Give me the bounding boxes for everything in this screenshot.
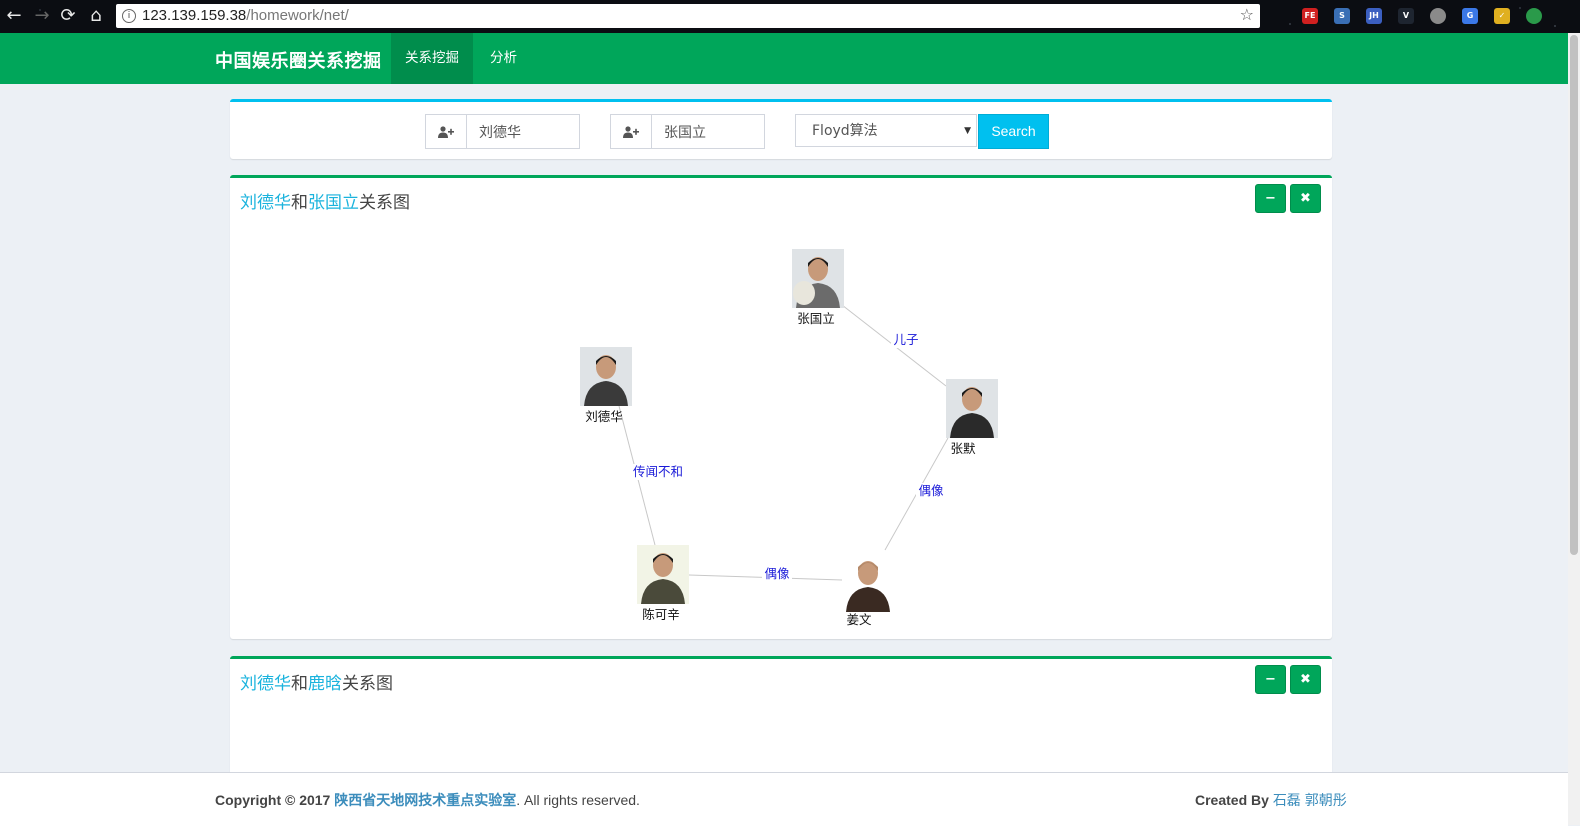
person-node-zm[interactable]: 张默	[946, 379, 998, 456]
minimize-button[interactable]: −	[1255, 665, 1286, 694]
panel-title-conj: 和	[291, 674, 308, 694]
brand-title[interactable]: 中国娱乐圈关系挖掘	[215, 47, 382, 73]
url-text[interactable]: 123.139.159.38/homework/net/	[142, 7, 349, 24]
person2-input[interactable]	[652, 115, 764, 148]
minimize-button[interactable]: −	[1255, 184, 1286, 213]
person-node-label: 张国立	[797, 311, 835, 326]
person1-input-group	[425, 114, 580, 149]
relation-graph-panel: 儿子 偶像 偶像 传闻不和 张国立 张默 姜文 陈可辛 刘德华 刘德华和张国立关系图 − ✖	[230, 175, 1332, 639]
person-node-label: 刘德华	[585, 409, 623, 424]
algorithm-selected: Floyd算法	[812, 123, 878, 139]
search-button[interactable]: Search	[978, 114, 1049, 149]
edge-label-ldh-ckx: 传闻不和	[633, 464, 683, 479]
search-panel: Floyd算法 ▼ Search	[230, 99, 1332, 159]
address-bar[interactable]: i 123.139.159.38/homework/net/ ☆	[116, 4, 1260, 28]
scrollbar-thumb[interactable]	[1570, 35, 1578, 555]
browser-toolbar: ← → ⟳ ⌂ i 123.139.159.38/homework/net/ ☆…	[0, 0, 1580, 33]
person-node-ckx[interactable]: 陈可辛	[637, 545, 689, 622]
page-scrollbar[interactable]	[1568, 33, 1580, 825]
fe-extension-icon[interactable]: FE	[1302, 8, 1318, 24]
close-button[interactable]: ✖	[1290, 184, 1321, 213]
panel-title-person-a: 刘德华	[240, 193, 291, 213]
person-node-label: 姜文	[846, 612, 872, 627]
extension-icon-2[interactable]: S	[1334, 8, 1350, 24]
back-icon[interactable]: ←	[2, 4, 26, 28]
translate-extension-icon[interactable]: G	[1462, 8, 1478, 24]
chrome-extension-icon[interactable]	[1526, 8, 1542, 24]
panel-title-person-b: 鹿晗	[308, 674, 342, 694]
edge-label-zgl-zm: 儿子	[893, 332, 918, 347]
panel-title-person-a: 刘德华	[240, 674, 291, 694]
add-user-icon	[426, 115, 467, 148]
edge-label-ckx-jw: 偶像	[764, 566, 790, 581]
panel-title-suffix: 关系图	[359, 193, 410, 213]
select-caret-icon: ▼	[964, 126, 971, 136]
vue-extension-icon[interactable]: V	[1398, 8, 1414, 24]
jh-extension-icon[interactable]: JH	[1366, 8, 1382, 24]
panel-title-conj: 和	[291, 193, 308, 213]
lab-link[interactable]: 陕西省天地网技术重点实验室	[334, 792, 516, 808]
panel-title-person-b: 张国立	[308, 193, 359, 213]
nav-item-relation-mining[interactable]: 关系挖掘	[391, 33, 473, 84]
algorithm-select[interactable]: Floyd算法 ▼	[795, 114, 977, 147]
copyright-text: Copyright © 2017	[215, 792, 331, 808]
close-button[interactable]: ✖	[1290, 665, 1321, 694]
url-host: 123.139.159.38	[142, 7, 247, 24]
home-icon[interactable]: ⌂	[84, 4, 108, 28]
bookmark-star-icon[interactable]: ☆	[1240, 5, 1254, 24]
person-node-label: 张默	[950, 441, 976, 456]
panel-title: 刘德华和鹿晗关系图	[240, 669, 393, 694]
created-by-label: Created By	[1195, 792, 1269, 808]
person1-input[interactable]	[467, 115, 579, 148]
page-footer: Copyright © 2017 陕西省天地网技术重点实验室. All righ…	[0, 772, 1568, 826]
nav-item-analysis[interactable]: 分析	[476, 33, 531, 84]
add-user-icon	[611, 115, 652, 148]
person-node-jw[interactable]: 姜文	[842, 553, 894, 627]
site-info-icon[interactable]: i	[122, 9, 136, 23]
extension-icon-7[interactable]: ✓	[1494, 8, 1510, 24]
forward-icon[interactable]: →	[30, 4, 54, 28]
footer-copyright: Copyright © 2017 陕西省天地网技术重点实验室. All righ…	[215, 790, 640, 810]
url-path: /homework/net/	[246, 7, 349, 24]
footer-credits: Created By 石磊 郭朝彤	[1195, 790, 1347, 810]
reload-icon[interactable]: ⟳	[56, 4, 80, 28]
authors-link[interactable]: 石磊 郭朝彤	[1273, 792, 1347, 808]
person-node-zgl[interactable]: 张国立	[792, 249, 844, 326]
main-navbar: 中国娱乐圈关系挖掘 关系挖掘 分析	[0, 33, 1568, 84]
person-node-ldh[interactable]: 刘德华	[580, 347, 632, 424]
panel-title: 刘德华和张国立关系图	[240, 188, 410, 213]
panel-title-suffix: 关系图	[342, 674, 393, 694]
edge-label-zm-jw: 偶像	[918, 483, 944, 498]
person2-input-group	[610, 114, 765, 149]
relation-graph: 儿子偶像偶像传闻不和张国立张默姜文陈可辛刘德华	[580, 249, 998, 627]
person-node-label: 陈可辛	[642, 607, 680, 622]
rights-text: . All rights reserved.	[516, 792, 640, 808]
extension-icon-5[interactable]	[1430, 8, 1446, 24]
person-photo-hat	[793, 281, 815, 305]
